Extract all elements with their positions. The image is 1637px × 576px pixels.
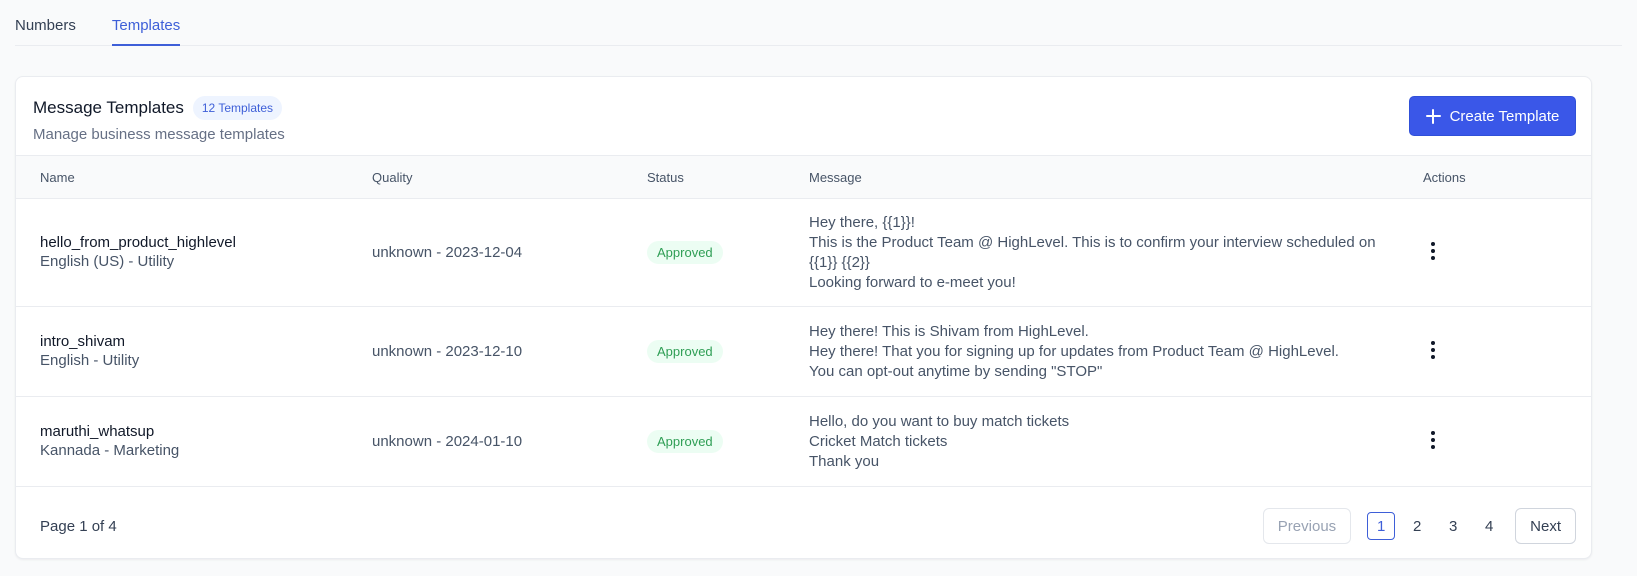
page-title: Message Templates xyxy=(33,98,184,117)
status-badge: Approved xyxy=(647,430,723,453)
status-cell: Approved xyxy=(647,430,723,453)
template-name: hello_from_product_highlevel xyxy=(40,234,236,251)
pagination: Previous 1 2 3 4 Next xyxy=(1262,508,1576,544)
message-line: Hey there! This is Shivam from HighLevel… xyxy=(809,323,1089,340)
template-name: maruthi_whatsup xyxy=(40,423,155,440)
template-name: intro_shivam xyxy=(40,333,126,350)
column-header-message: Message xyxy=(809,170,862,185)
more-vertical-icon[interactable] xyxy=(1423,428,1443,452)
plus-icon xyxy=(1425,108,1441,124)
message-line: This is the Product Team @ HighLevel. Th… xyxy=(809,234,1376,251)
message-line: Cricket Match tickets xyxy=(809,433,948,450)
message-line: Hey there! That you for signing up for u… xyxy=(809,343,1339,360)
status-cell: Approved xyxy=(647,340,723,363)
table-row: maruthi_whatsup Kannada - Marketing unkn… xyxy=(16,397,1591,487)
quality-cell: unknown - 2023-12-04 xyxy=(372,244,523,261)
page-number-2[interactable]: 2 xyxy=(1403,512,1431,540)
table-row: intro_shivam English - Utility unknown -… xyxy=(16,307,1591,397)
template-language-category: English - Utility xyxy=(40,352,140,369)
message-line: Hello, do you want to buy match tickets xyxy=(809,413,1070,430)
previous-page-button[interactable]: Previous xyxy=(1262,508,1352,544)
tab-bar: Numbers Templates xyxy=(15,0,1622,46)
tab-numbers[interactable]: Numbers xyxy=(15,0,76,45)
column-header-quality: Quality xyxy=(372,170,413,185)
table-row: hello_from_product_highlevel English (US… xyxy=(16,199,1591,307)
table-header: Name Quality Status Message Actions xyxy=(16,156,1591,199)
page-number-1[interactable]: 1 xyxy=(1367,512,1396,540)
message-line: Looking forward to e-meet you! xyxy=(809,274,1016,291)
quality-cell: unknown - 2024-01-10 xyxy=(372,433,523,450)
status-badge: Approved xyxy=(647,340,723,363)
card-header: Message Templates 12 Templates Manage bu… xyxy=(16,77,1591,156)
column-header-name: Name xyxy=(40,170,75,185)
next-page-button[interactable]: Next xyxy=(1515,508,1576,544)
message-line: Thank you xyxy=(809,453,880,470)
message-cell: Hello, do you want to buy match tickets … xyxy=(809,412,1384,472)
template-language-category: English (US) - Utility xyxy=(40,253,175,270)
message-cell: Hey there! This is Shivam from HighLevel… xyxy=(809,322,1384,382)
message-cell: Hey there, {{1}}! This is the Product Te… xyxy=(809,213,1384,293)
template-language-category: Kannada - Marketing xyxy=(40,442,180,459)
page-number-3[interactable]: 3 xyxy=(1439,512,1467,540)
pagination-footer: Page 1 of 4 Previous 1 2 3 4 Next xyxy=(16,498,1591,558)
create-template-label: Create Template xyxy=(1449,107,1560,125)
message-line: You can opt-out anytime by sending "STOP… xyxy=(809,363,1103,380)
column-header-status: Status xyxy=(647,170,684,185)
create-template-button[interactable]: Create Template xyxy=(1409,96,1576,136)
templates-card: Message Templates 12 Templates Manage bu… xyxy=(15,76,1592,559)
column-header-actions: Actions xyxy=(1423,170,1466,185)
title-row: Message Templates 12 Templates xyxy=(33,96,283,120)
page-subtitle: Manage business message templates xyxy=(33,126,285,143)
more-vertical-icon[interactable] xyxy=(1423,338,1443,362)
message-line: {{1}} {{2}} xyxy=(809,254,870,271)
name-cell: hello_from_product_highlevel English (US… xyxy=(40,234,236,270)
template-count-badge: 12 Templates xyxy=(192,96,283,120)
more-vertical-icon[interactable] xyxy=(1423,239,1443,263)
name-cell: intro_shivam English - Utility xyxy=(40,333,139,369)
quality-cell: unknown - 2023-12-10 xyxy=(372,343,523,360)
status-badge: Approved xyxy=(647,241,723,264)
name-cell: maruthi_whatsup Kannada - Marketing xyxy=(40,423,179,459)
page-number-4[interactable]: 4 xyxy=(1475,512,1503,540)
tab-templates[interactable]: Templates xyxy=(111,0,181,46)
message-line: Hey there, {{1}}! xyxy=(809,214,915,231)
page-info: Page 1 of 4 xyxy=(40,518,117,535)
status-cell: Approved xyxy=(647,241,723,264)
